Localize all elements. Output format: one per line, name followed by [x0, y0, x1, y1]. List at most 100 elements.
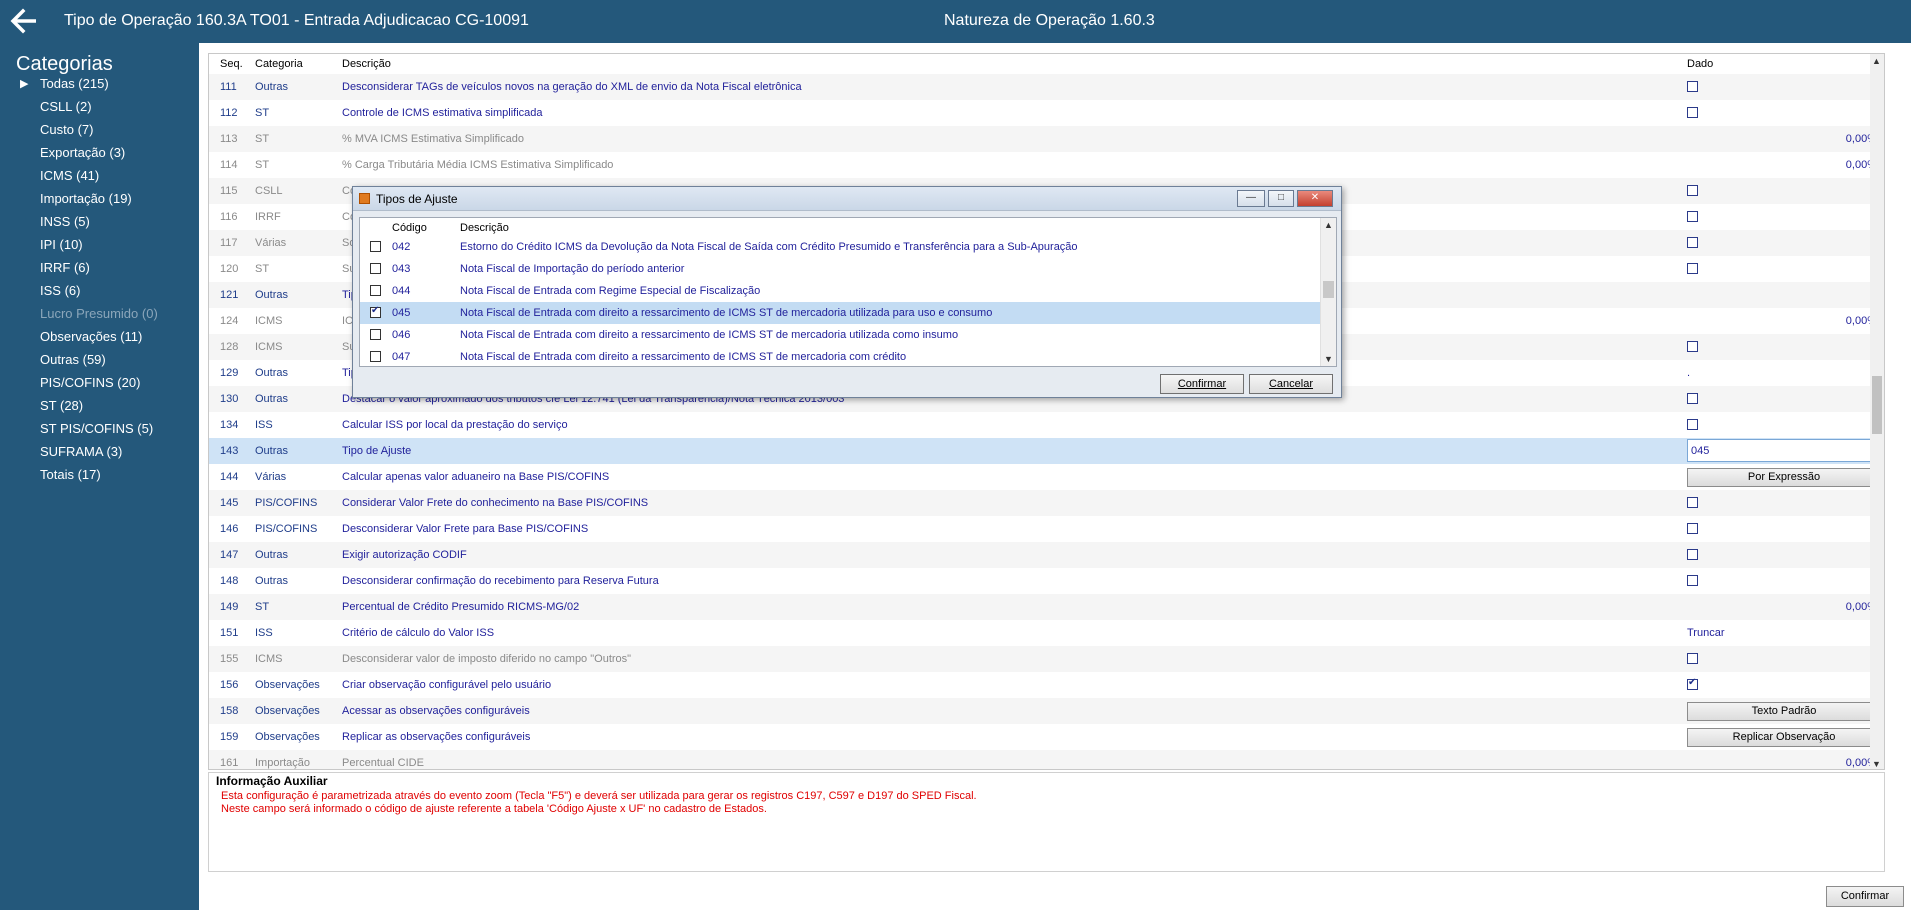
row-category: ISS	[255, 627, 273, 639]
category-item[interactable]: IPI (10)	[40, 237, 83, 252]
dialog-scroll-thumb[interactable]	[1323, 281, 1334, 298]
category-item[interactable]: IRRF (6)	[40, 260, 90, 275]
category-item[interactable]: Outras (59)	[40, 352, 106, 367]
row-action-button[interactable]: Texto Padrão	[1687, 702, 1881, 721]
table-row[interactable]: 148 Outras Desconsiderar confirmação do re…	[209, 568, 1883, 594]
category-item[interactable]: Exportação (3)	[40, 145, 125, 160]
table-row[interactable]: 149 ST Percentual de Crédito Presumido RIC…	[209, 594, 1883, 620]
category-item[interactable]: ICMS (41)	[40, 168, 99, 183]
dialog-list-item[interactable]: 044 Nota Fiscal de Entrada com Regime Esp…	[360, 280, 1320, 302]
table-row[interactable]: 114 ST % Carga Tributária Média ICMS Estim…	[209, 152, 1883, 178]
dialog-list-item[interactable]: 047 Nota Fiscal de Entrada com direito a …	[360, 346, 1320, 366]
table-row[interactable]: 158 Observações Acessar as observações con…	[209, 698, 1883, 724]
dialog-item-checkbox[interactable]	[370, 285, 381, 296]
tipo-ajuste-input[interactable]: 045	[1687, 439, 1883, 462]
confirm-button[interactable]: Confirmar	[1826, 886, 1904, 907]
row-category: CSLL	[255, 185, 283, 197]
row-category: ST	[255, 133, 270, 145]
row-seq: 124	[220, 315, 239, 327]
row-checkbox[interactable]	[1687, 575, 1698, 586]
row-action-button[interactable]: Por Expressão	[1687, 468, 1881, 487]
category-item[interactable]: Custo (7)	[40, 122, 93, 137]
table-row[interactable]: 146 PIS/COFINS Desconsiderar Valor Frete p…	[209, 516, 1883, 542]
table-row[interactable]: 147 Outras Exigir autorização CODIF	[209, 542, 1883, 568]
grid-scrollbar[interactable]: ▲ ▼	[1870, 54, 1884, 769]
category-item[interactable]: Todas (215)	[40, 76, 109, 91]
row-seq: 144	[220, 471, 239, 483]
table-row[interactable]: 143 Outras Tipo de Ajuste 045	[209, 438, 1883, 464]
dialog-item-description: Nota Fiscal de Entrada com direito a res…	[460, 329, 959, 341]
dialog-item-checkbox[interactable]	[370, 263, 381, 274]
category-item[interactable]: SUFRAMA (3)	[40, 444, 122, 459]
dialog-list-item[interactable]: 042 Estorno do Crédito ICMS da Devolução …	[360, 236, 1320, 258]
row-category: Observações	[255, 731, 320, 743]
row-checkbox[interactable]	[1687, 393, 1698, 404]
row-checkbox[interactable]	[1687, 497, 1698, 508]
scroll-down-icon[interactable]: ▼	[1872, 759, 1881, 769]
dialog-item-checkbox[interactable]	[370, 241, 381, 252]
row-category: ICMS	[255, 341, 283, 353]
row-seq: 121	[220, 289, 239, 301]
row-text-value[interactable]: Truncar	[1687, 627, 1725, 639]
category-item[interactable]: Observações (11)	[40, 329, 142, 344]
row-action-button[interactable]: Replicar Observação	[1687, 728, 1881, 747]
row-checkbox[interactable]	[1687, 185, 1698, 196]
table-row[interactable]: 161 Importação Percentual CIDE 0,00%	[209, 750, 1883, 769]
category-item[interactable]: CSLL (2)	[40, 99, 92, 114]
dialog-cancel-button[interactable]: Cancelar	[1249, 374, 1333, 394]
row-checkbox[interactable]	[1687, 263, 1698, 274]
row-checkbox[interactable]	[1687, 237, 1698, 248]
category-item[interactable]: Totais (17)	[40, 467, 101, 482]
dialog-scroll-down-icon[interactable]: ▼	[1324, 354, 1333, 364]
table-row[interactable]: 156 Observações Criar observação configurá…	[209, 672, 1883, 698]
table-row[interactable]: 151 ISS Critério de cálculo do Valor ISS Tr…	[209, 620, 1883, 646]
dialog-list-item[interactable]: 046 Nota Fiscal de Entrada com direito a …	[360, 324, 1320, 346]
dialog-list-item[interactable]: 043 Nota Fiscal de Importação do período …	[360, 258, 1320, 280]
dialog-item-code: 044	[392, 285, 411, 297]
row-checkbox[interactable]	[1687, 677, 1698, 690]
row-checkbox[interactable]	[1687, 81, 1698, 92]
dialog-scroll-up-icon[interactable]: ▲	[1324, 220, 1333, 230]
row-checkbox[interactable]	[1687, 341, 1698, 352]
back-arrow-icon[interactable]	[10, 8, 38, 34]
row-checkbox[interactable]	[1687, 211, 1698, 222]
row-checkbox[interactable]	[1687, 107, 1698, 118]
category-item[interactable]: ST PIS/COFINS (5)	[40, 421, 153, 436]
dialog-item-checkbox[interactable]	[370, 351, 381, 362]
dialog-item-description: Nota Fiscal de Entrada com Regime Especi…	[460, 285, 761, 297]
table-row[interactable]: 159 Observações Replicar as observações co…	[209, 724, 1883, 750]
table-row[interactable]: 113 ST% MVA ICMS Estimativa Simplificado 0…	[209, 126, 1883, 152]
category-item[interactable]: Lucro Presumido (0)	[40, 306, 158, 321]
dialog-confirm-button[interactable]: Confirmar	[1160, 374, 1244, 394]
row-text-value[interactable]: .	[1687, 367, 1690, 379]
dialog-scrollbar[interactable]: ▲ ▼	[1320, 218, 1336, 366]
dialog-title: Tipos de Ajuste	[376, 192, 458, 206]
category-item[interactable]: ISS (6)	[40, 283, 80, 298]
table-row[interactable]: 111 Outras Desconsiderar TAGs de veículos …	[209, 74, 1883, 100]
scroll-up-icon[interactable]: ▲	[1872, 56, 1881, 66]
category-item[interactable]: Importação (19)	[40, 191, 132, 206]
minimize-icon[interactable]: —	[1237, 190, 1265, 207]
table-row[interactable]: 134 ISS Calcular ISS por local da prestaçã…	[209, 412, 1883, 438]
scroll-thumb[interactable]	[1872, 376, 1882, 434]
category-item[interactable]: ST (28)	[40, 398, 83, 413]
row-category: Outras	[255, 289, 289, 301]
dialog-item-checkbox[interactable]	[370, 329, 381, 340]
row-checkbox[interactable]	[1687, 419, 1698, 430]
table-row[interactable]: 145 PIS/COFINS Considerar Valor Frete do c…	[209, 490, 1883, 516]
nature-title: Natureza de Operação 1.60.3	[944, 12, 1155, 29]
row-checkbox[interactable]	[1687, 523, 1698, 534]
info-line-2: Neste campo será informado o código de a…	[221, 803, 767, 815]
category-item[interactable]: INSS (5)	[40, 214, 90, 229]
table-row[interactable]: 112 ST Controle de ICMS estimativa simplif…	[209, 100, 1883, 126]
category-item[interactable]: PIS/COFINS (20)	[40, 375, 140, 390]
dialog-list-item[interactable]: 045 Nota Fiscal de Entrada com direito a …	[360, 302, 1320, 324]
table-row[interactable]: 144 Várias Calcular apenas valor aduaneiro…	[209, 464, 1883, 490]
maximize-icon[interactable]: □	[1268, 190, 1294, 207]
row-checkbox[interactable]	[1687, 549, 1698, 560]
row-seq: 148	[220, 575, 239, 587]
row-checkbox[interactable]	[1687, 653, 1698, 664]
dialog-item-checkbox[interactable]	[370, 305, 381, 318]
table-row[interactable]: 155 ICMS Desconsiderar valor de imposto di…	[209, 646, 1883, 672]
close-icon[interactable]: ✕	[1297, 190, 1333, 207]
